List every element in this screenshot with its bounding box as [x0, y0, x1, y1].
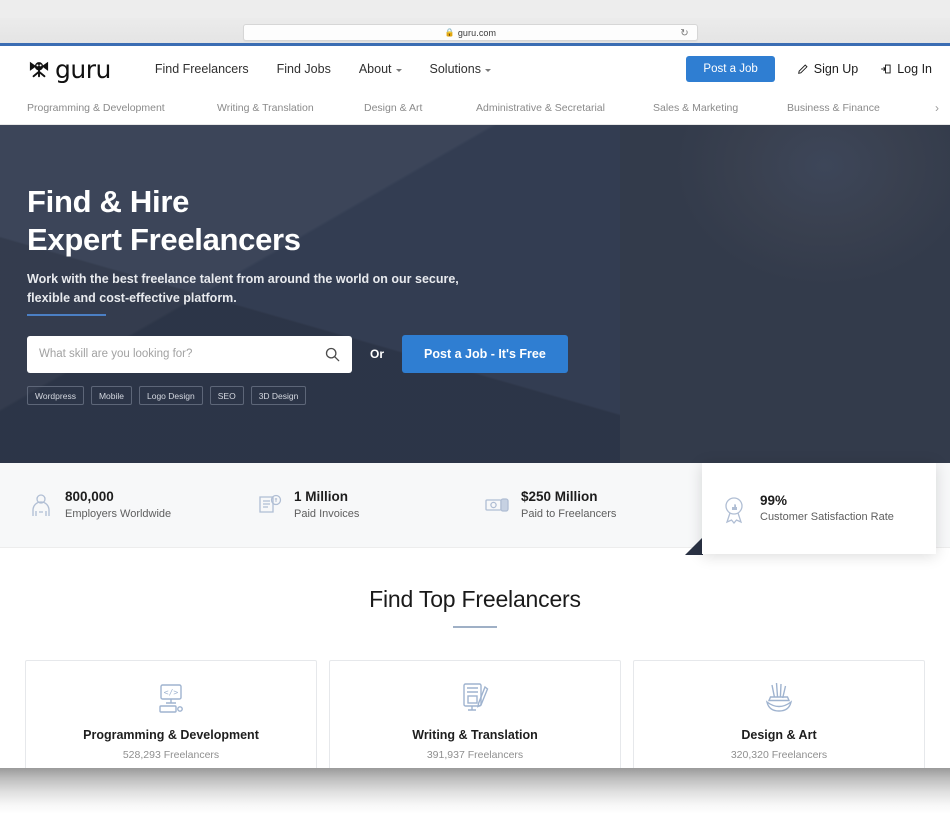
stat-value: 1 Million [294, 489, 348, 505]
category-card-design[interactable]: Design & Art 320,320 Freelancers [633, 660, 925, 780]
hero-search-row: Or Post a Job - It's Free [27, 335, 568, 373]
hero-title-line2: Expert Freelancers [27, 222, 301, 258]
reload-icon[interactable]: ↻ [679, 28, 690, 39]
sign-up-link[interactable]: Sign Up [775, 62, 858, 76]
tag-logo-design[interactable]: Logo Design [139, 386, 203, 405]
browser-chrome: 🔒 guru.com ↻ [0, 0, 950, 45]
search-box[interactable] [27, 335, 352, 373]
invoice-icon [257, 492, 283, 518]
category-card-list: </> Programming & Development 528,293 Fr… [25, 660, 925, 780]
stat-value: $250 Million [521, 489, 598, 505]
url-text: guru.com [457, 27, 497, 38]
section-title: Find Top Freelancers [369, 586, 581, 612]
category-next-button[interactable]: › [914, 92, 950, 124]
login-arrow-icon [880, 63, 892, 75]
guru-logo-icon [27, 59, 51, 79]
pencil-icon [797, 63, 809, 75]
hero-title-line1: Find & Hire [27, 184, 190, 219]
chrome-top-strip [0, 0, 950, 18]
stat-employers: 800,000 Employers Worldwide [28, 488, 171, 521]
nav-label: Solutions [429, 62, 481, 76]
writing-desk-icon [458, 681, 492, 715]
category-item-design[interactable]: Design & Art [364, 102, 422, 114]
post-a-job-button[interactable]: Post a Job [686, 56, 775, 82]
category-card-count: 391,937 Freelancers [426, 749, 524, 761]
stat-value: 800,000 [65, 489, 114, 505]
stat-invoices: 1 Million Paid Invoices [257, 488, 359, 521]
tag-3d-design[interactable]: 3D Design [250, 386, 307, 405]
category-item-administrative[interactable]: Administrative & Secretarial [476, 102, 605, 114]
category-card-title: Writing & Translation [412, 728, 538, 742]
stat-paid: $250 Million Paid to Freelancers [484, 488, 616, 521]
nav-label: Find Jobs [276, 62, 331, 76]
hero-title: Find & Hire Expert Freelancers [27, 183, 301, 260]
nav-item-about[interactable]: About [345, 62, 416, 76]
log-in-label: Log In [897, 62, 932, 76]
paint-brushes-icon [762, 681, 796, 715]
bottom-fade-overlay [0, 768, 950, 814]
chevron-down-icon [484, 68, 491, 72]
guru-logo-text: guru [55, 54, 111, 84]
header-actions: Post a Job Sign Up Log In [686, 56, 932, 82]
category-card-title: Design & Art [741, 728, 817, 742]
url-bar[interactable]: 🔒 guru.com ↻ [243, 24, 698, 41]
svg-text:</>: </> [164, 688, 179, 697]
tag-wordpress[interactable]: Wordpress [27, 386, 84, 405]
log-in-link[interactable]: Log In [858, 62, 932, 76]
hero-subtitle-line1: Work with the best freelance talent from… [27, 272, 459, 286]
tag-mobile[interactable]: Mobile [90, 386, 132, 405]
stat-card-value: 99% [760, 492, 788, 508]
chevron-right-icon: › [935, 101, 939, 115]
tag-seo[interactable]: SEO [209, 386, 244, 405]
customer-satisfaction-card: 99% Customer Satisfaction Rate [702, 463, 936, 554]
category-card-writing[interactable]: Writing & Translation 391,937 Freelancer… [329, 660, 621, 780]
nav-label: Find Freelancers [154, 62, 249, 76]
nav-label: About [358, 62, 392, 76]
section-accent-rule [453, 626, 497, 628]
search-icon[interactable] [325, 347, 340, 362]
category-card-count: 528,293 Freelancers [122, 749, 220, 761]
category-card-programming[interactable]: </> Programming & Development 528,293 Fr… [25, 660, 317, 780]
sign-up-label: Sign Up [813, 62, 859, 76]
money-icon [484, 492, 510, 518]
site-header: guru Find Freelancers Find Jobs About So… [0, 46, 950, 92]
hero-post-a-job-button[interactable]: Post a Job - It's Free [402, 335, 568, 373]
hero-subtitle-line2: flexible and cost-effective platform. [27, 291, 237, 306]
stat-label: Paid Invoices [294, 507, 360, 520]
guru-logo[interactable]: guru [27, 57, 111, 82]
hero-tag-row: Wordpress Mobile Logo Design SEO 3D Desi… [27, 386, 307, 405]
lock-icon: 🔒 [444, 27, 455, 37]
code-monitor-icon: </> [154, 681, 188, 715]
nav-item-find-freelancers[interactable]: Find Freelancers [141, 62, 263, 76]
employers-icon [28, 492, 54, 518]
stat-card-label: Customer Satisfaction Rate [760, 511, 894, 524]
category-item-sales[interactable]: Sales & Marketing [653, 102, 738, 114]
category-item-programming[interactable]: Programming & Development [27, 102, 165, 114]
category-nav: Programming & Development Writing & Tran… [0, 92, 950, 125]
hero-accent-rule [27, 314, 106, 316]
nav-item-find-jobs[interactable]: Find Jobs [263, 62, 345, 76]
chevron-down-icon [395, 68, 402, 72]
category-item-writing[interactable]: Writing & Translation [217, 102, 314, 114]
category-item-business[interactable]: Business & Finance [787, 102, 880, 114]
nav-item-solutions[interactable]: Solutions [416, 62, 505, 76]
main-nav: Find Freelancers Find Jobs About Solutio… [141, 62, 505, 76]
or-label: Or [370, 347, 385, 361]
ribbon-badge-icon [721, 496, 747, 524]
stat-label: Paid to Freelancers [521, 507, 617, 520]
category-card-count: 320,320 Freelancers [730, 749, 828, 761]
hero-section: Find & Hire Expert Freelancers Work with… [0, 125, 950, 463]
hero-subtitle: Work with the best freelance talent from… [27, 270, 459, 309]
category-card-title: Programming & Development [83, 728, 259, 742]
stat-label: Employers Worldwide [65, 507, 172, 520]
search-input[interactable] [39, 348, 325, 360]
